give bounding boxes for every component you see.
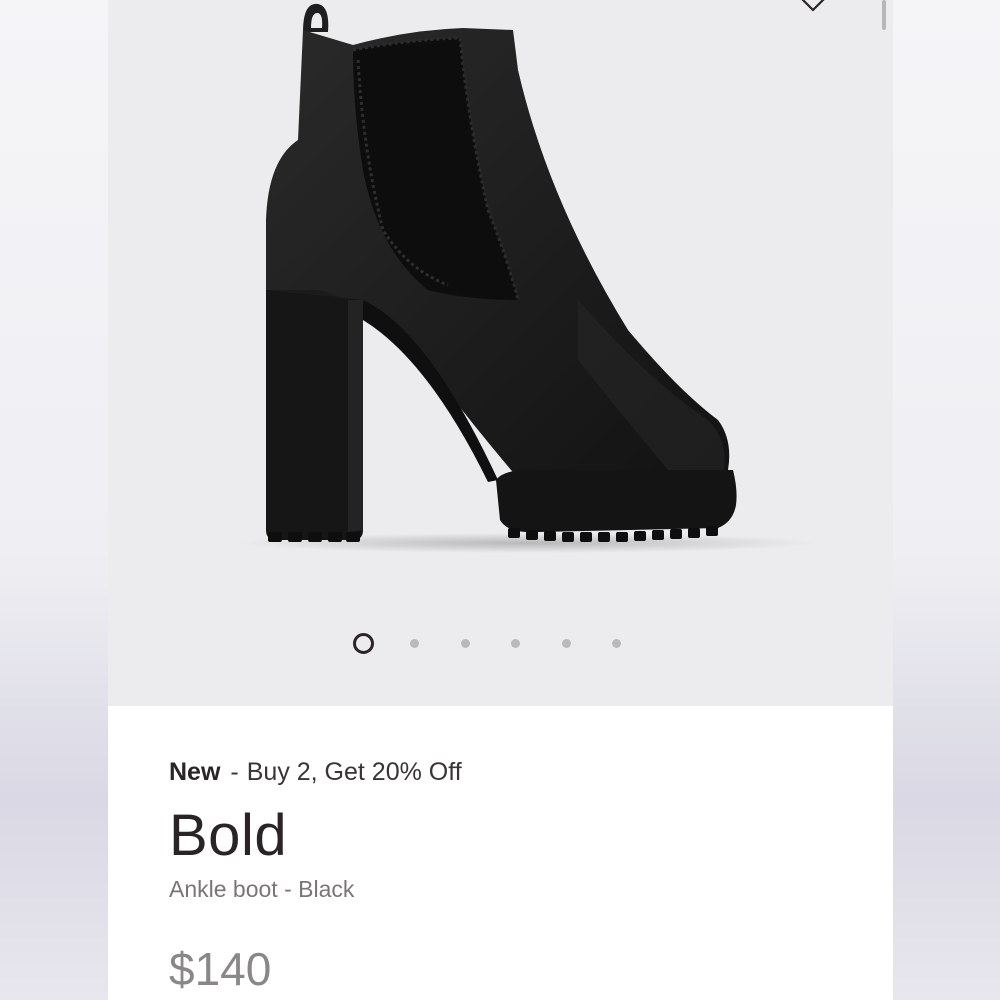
gallery-pagination xyxy=(108,632,893,656)
new-badge: New xyxy=(169,758,221,786)
background-right-margin xyxy=(893,0,1000,1000)
pagination-dot-2[interactable] xyxy=(410,639,419,648)
phone-screen: New - Buy 2, Get 20% Off Bold Ankle boot -… xyxy=(108,0,893,1000)
product-info: New - Buy 2, Get 20% Off Bold Ankle boot -… xyxy=(169,706,869,1000)
product-price: $140 xyxy=(169,943,272,995)
product-name: Bold xyxy=(169,803,288,868)
promo-text[interactable]: Buy 2, Get 20% Off xyxy=(247,758,462,786)
pagination-dot-4[interactable] xyxy=(511,639,520,648)
pagination-dot-3[interactable] xyxy=(461,639,470,648)
scrollbar[interactable] xyxy=(882,0,886,30)
promo-line: New - Buy 2, Get 20% Off xyxy=(169,758,462,787)
background-left-margin xyxy=(0,0,108,1000)
pagination-dot-6[interactable] xyxy=(612,639,621,648)
product-image-gallery[interactable] xyxy=(108,0,893,706)
promo-separator: - xyxy=(230,758,239,786)
pagination-dot-1[interactable] xyxy=(353,633,374,654)
pagination-dot-5[interactable] xyxy=(562,639,571,648)
product-image[interactable] xyxy=(108,0,893,706)
heart-outline-icon[interactable] xyxy=(798,0,828,14)
product-subtitle: Ankle boot - Black xyxy=(169,876,355,902)
